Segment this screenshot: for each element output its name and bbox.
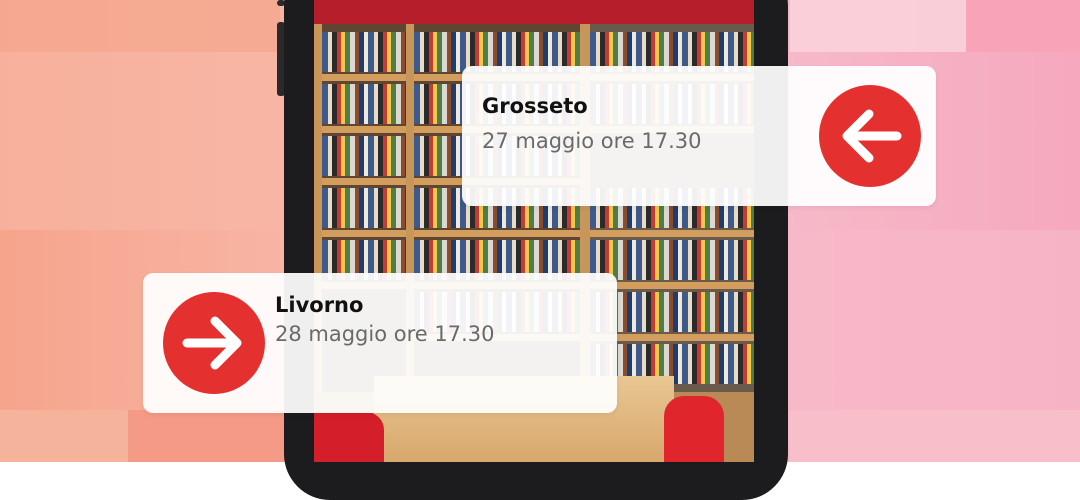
back-arrow-button[interactable]	[819, 85, 921, 187]
red-chair	[664, 396, 724, 462]
event-date-time: 27 maggio ore 17.30	[482, 129, 702, 153]
background-tile	[128, 410, 288, 462]
event-city: Livorno	[275, 293, 364, 317]
event-card-grosseto[interactable]: Grosseto 27 maggio ore 17.30	[462, 66, 936, 206]
background-tile	[0, 52, 280, 230]
background-tile	[966, 0, 1080, 52]
forward-arrow-button[interactable]	[163, 292, 265, 394]
arrow-left-icon	[842, 109, 902, 163]
library-wall	[314, 0, 754, 24]
event-city: Grosseto	[482, 94, 588, 118]
arrow-right-icon	[182, 316, 242, 370]
event-date-time: 28 maggio ore 17.30	[275, 322, 495, 346]
background-tile	[0, 0, 280, 52]
background-tile	[790, 410, 1080, 462]
background-tile	[0, 410, 128, 462]
event-card-livorno[interactable]: Livorno 28 maggio ore 17.30	[143, 273, 617, 413]
background-tile	[790, 0, 966, 52]
background-tile	[790, 230, 1080, 410]
red-chair	[314, 412, 384, 462]
